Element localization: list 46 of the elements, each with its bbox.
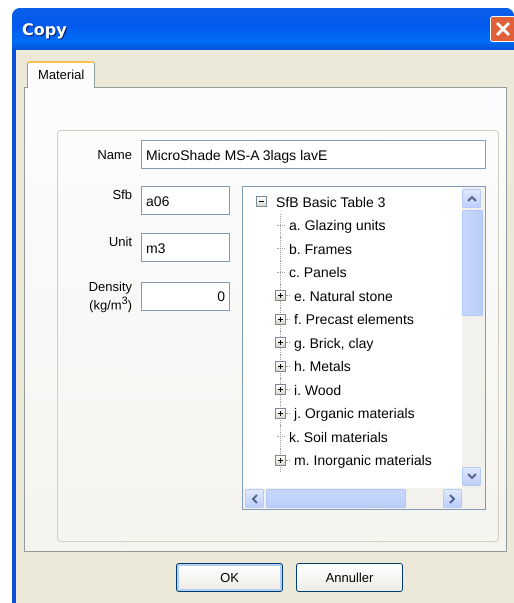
close-icon <box>494 20 512 38</box>
tree-item[interactable]: f. Precast elements <box>294 311 414 328</box>
tab[interactable]: Material <box>27 61 96 88</box>
expand-icon[interactable] <box>275 314 286 325</box>
expand-icon[interactable] <box>275 454 286 466</box>
chevron-down-icon <box>466 473 476 480</box>
close-button[interactable] <box>490 16 514 42</box>
field-label: Density (kg/m$^{3}$) <box>88 280 132 312</box>
scroll-right-button[interactable] <box>443 489 462 508</box>
tree-item[interactable]: j. Organic materials <box>294 405 415 422</box>
field-label: Name <box>96 147 132 162</box>
ok-button[interactable]: OK <box>176 563 283 592</box>
unit-field[interactable]: m3 <box>141 233 230 262</box>
collapse-icon[interactable] <box>256 196 267 208</box>
scroll-thumb[interactable] <box>462 210 483 316</box>
tree-item[interactable]: a. Glazing units <box>289 217 386 234</box>
sfb-field[interactable]: a06 <box>141 186 230 215</box>
field-label: Unit <box>108 233 132 249</box>
scroll-thumb[interactable] <box>266 489 406 508</box>
name-field[interactable]: MicroShade MS-A 3lags lavE <box>141 140 486 169</box>
scroll-up-button[interactable] <box>462 189 481 208</box>
horizontal-scrollbar[interactable] <box>243 488 485 509</box>
tree-item[interactable]: m. Inorganic materials <box>294 452 432 468</box>
tree-item[interactable]: k. Soil materials <box>289 428 388 445</box>
chevron-up-icon <box>466 195 476 202</box>
tree-item[interactable]: e. Natural stone <box>294 288 393 304</box>
expand-icon[interactable] <box>275 290 286 302</box>
scroll-left-button[interactable] <box>245 489 264 508</box>
tree-item[interactable]: g. Brick, clay <box>294 334 374 351</box>
field-label: Sfb <box>111 186 132 202</box>
chevron-left-icon <box>251 494 258 504</box>
tree-item[interactable]: b. Frames <box>289 240 352 257</box>
cancel-button[interactable]: Annuller <box>296 563 403 592</box>
scroll-down-button[interactable] <box>462 467 481 486</box>
expand-icon[interactable] <box>275 360 286 372</box>
tree-item[interactable]: h. Metals <box>294 358 351 374</box>
density-field[interactable]: 0 <box>141 282 230 311</box>
expand-icon[interactable] <box>275 384 286 396</box>
tree-item[interactable]: c. Panels <box>289 264 347 280</box>
expand-icon[interactable] <box>275 337 286 348</box>
tree-item[interactable]: i. Wood <box>294 382 342 398</box>
chevron-right-icon <box>449 494 456 504</box>
window-title: Copy <box>22 20 67 38</box>
expand-icon[interactable] <box>275 408 286 419</box>
tree-item[interactable]: SfB Basic Table 3 <box>276 194 386 210</box>
vertical-scrollbar[interactable] <box>462 187 485 488</box>
